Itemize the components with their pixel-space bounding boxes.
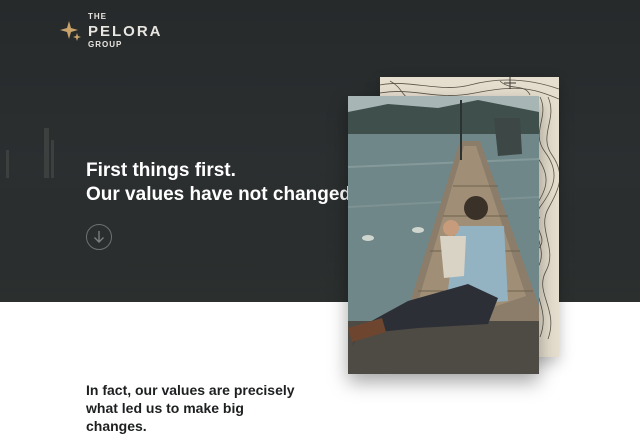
pier-post <box>51 140 54 178</box>
logo-line-group: GROUP <box>88 40 123 49</box>
headline-line-1: First things first. <box>86 160 236 181</box>
arrow-down-icon <box>94 231 104 243</box>
headline-line-2: Our values have not changed. <box>86 184 357 205</box>
logo-line-the: THE <box>88 12 107 21</box>
pier-post <box>44 128 49 178</box>
photo-illustration <box>348 96 539 374</box>
pier-post <box>6 150 9 178</box>
pelora-logo[interactable]: THE PELORA GROUP <box>60 13 163 49</box>
scroll-down-button[interactable] <box>86 224 112 250</box>
sparkle-icon <box>60 21 81 41</box>
father-child-pier-photo <box>348 96 539 374</box>
logo-line-name: PELORA <box>88 23 163 40</box>
logo-wordmark: THE PELORA GROUP <box>88 13 163 49</box>
hero-headline: First things first. Our values have not … <box>86 159 356 207</box>
